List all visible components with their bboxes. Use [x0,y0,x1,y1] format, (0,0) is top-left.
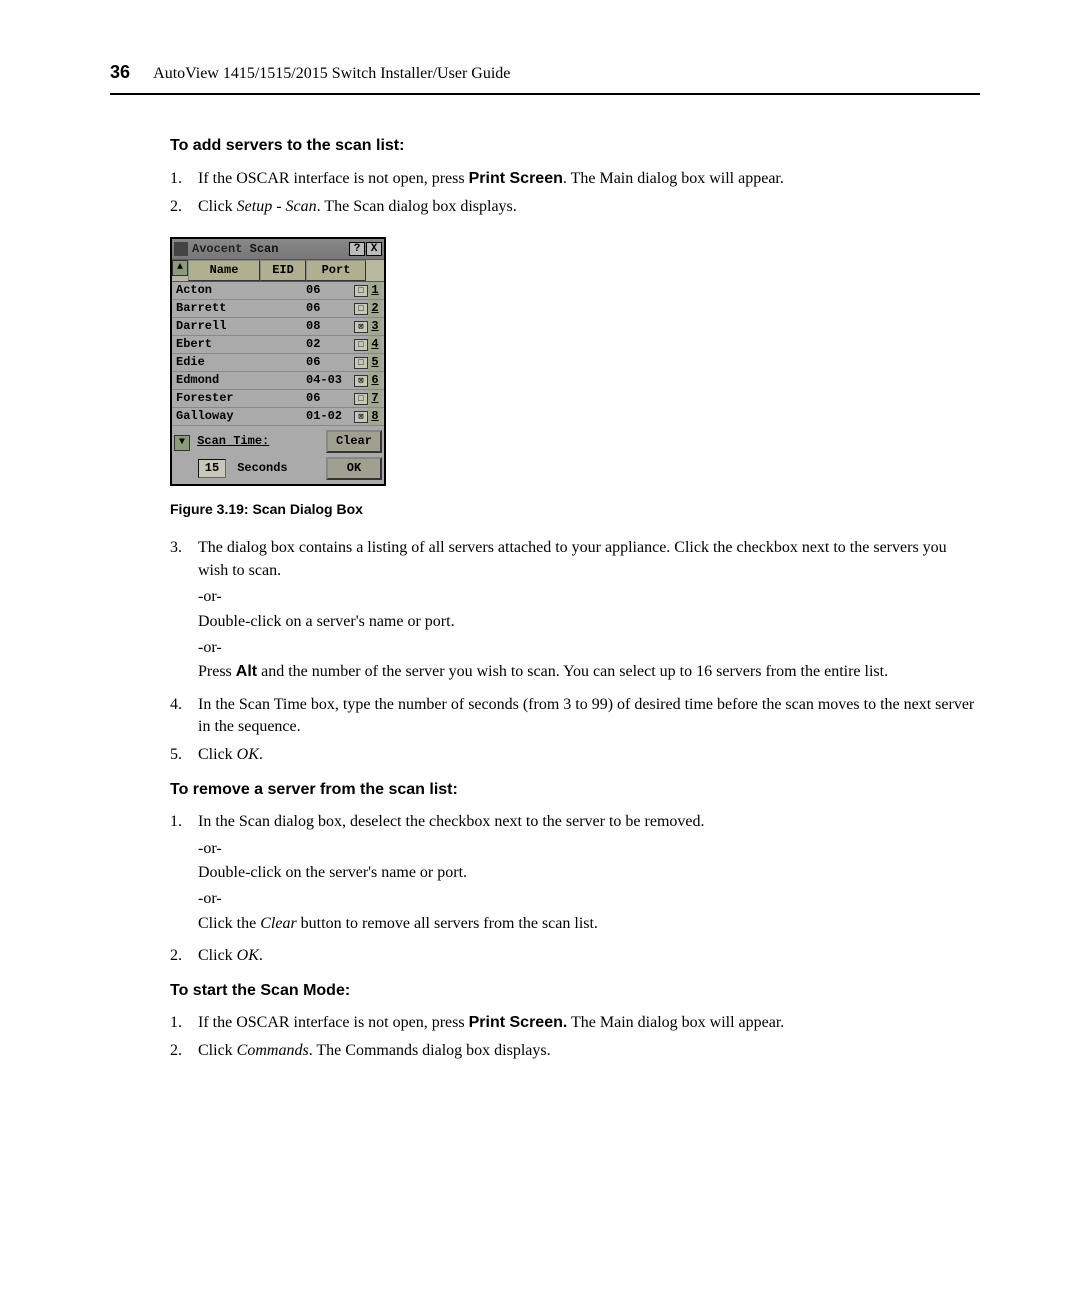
scan-checkbox[interactable]: ⊠ [354,411,368,423]
step-text: Click Commands. The Commands dialog box … [198,1040,980,1062]
scan-time-input[interactable]: 15 [198,459,226,478]
server-name: Galloway [172,408,306,425]
column-eid-header[interactable]: EID [260,260,306,281]
list-number: 2. [170,945,198,967]
heading-start-scan: To start the Scan Mode: [170,980,980,1002]
server-name: Acton [172,282,306,299]
page-number: 36 [110,60,130,85]
table-row[interactable]: Galloway01-02⊠8 [172,408,384,426]
column-port-header[interactable]: Port [306,260,366,281]
step-text: If the OSCAR interface is not open, pres… [198,1012,980,1034]
server-port: 01-02 [306,408,354,425]
scan-checkbox[interactable]: ⊠ [354,321,368,333]
table-row[interactable]: Acton06□1 [172,282,384,300]
server-name: Edie [172,354,306,371]
dialog-titlebar: Avocent Scan ? X [172,239,384,261]
server-port: 04-03 [306,372,354,389]
heading-remove-server: To remove a server from the scan list: [170,779,980,801]
list-number: 1. [170,1012,198,1034]
table-row[interactable]: Forester06□7 [172,390,384,408]
list-number: 5. [170,744,198,766]
row-index: 5 [368,354,382,371]
server-name: Ebert [172,336,306,353]
table-row[interactable]: Ebert02□4 [172,336,384,354]
step-text: In the Scan dialog box, deselect the che… [198,811,980,939]
scan-time-label: Scan Time: [197,434,269,448]
list-number: 2. [170,196,198,218]
server-port: 08 [306,318,354,335]
step-text: The dialog box contains a listing of all… [198,537,980,687]
server-port: 06 [306,390,354,407]
row-index: 8 [368,408,382,425]
heading-add-servers: To add servers to the scan list: [170,135,980,157]
server-port: 02 [306,336,354,353]
list-number: 2. [170,1040,198,1062]
list-number: 1. [170,168,198,190]
server-port: 06 [306,282,354,299]
scan-checkbox[interactable]: □ [354,393,368,405]
step-text: Click Setup - Scan. The Scan dialog box … [198,196,980,218]
table-row[interactable]: Darrell08⊠3 [172,318,384,336]
row-index: 7 [368,390,382,407]
row-index: 6 [368,372,382,389]
table-row[interactable]: Edie06□5 [172,354,384,372]
step-text: Click OK. [198,744,980,766]
figure-caption: Figure 3.19: Scan Dialog Box [170,500,980,520]
column-name-header[interactable]: Name [188,260,260,281]
row-index: 3 [368,318,382,335]
scan-dialog: Avocent Scan ? X ▲ Name EID Port Acton06… [170,237,386,486]
scroll-down-icon[interactable]: ▼ [174,435,190,451]
ok-button[interactable]: OK [326,457,382,480]
server-port: 06 [306,354,354,371]
scan-checkbox[interactable]: □ [354,285,368,297]
step-text: Click OK. [198,945,980,967]
row-index: 1 [368,282,382,299]
page-header: 36 AutoView 1415/1515/2015 Switch Instal… [110,60,980,95]
scan-checkbox[interactable]: □ [354,339,368,351]
list-number: 4. [170,694,198,739]
clear-button[interactable]: Clear [326,430,382,453]
table-row[interactable]: Edmond04-03⊠6 [172,372,384,390]
scan-checkbox[interactable]: ⊠ [354,375,368,387]
help-button[interactable]: ? [349,242,365,256]
server-name: Barrett [172,300,306,317]
list-number: 3. [170,537,198,687]
server-name: Forester [172,390,306,407]
seconds-label: Seconds [237,461,287,475]
scroll-up-icon[interactable]: ▲ [172,260,188,276]
list-number: 1. [170,811,198,939]
row-index: 4 [368,336,382,353]
dialog-logo-icon [174,242,188,256]
step-text: In the Scan Time box, type the number of… [198,694,980,739]
table-row[interactable]: Barrett06□2 [172,300,384,318]
server-name: Edmond [172,372,306,389]
row-index: 2 [368,300,382,317]
server-name: Darrell [172,318,306,335]
doc-title: AutoView 1415/1515/2015 Switch Installer… [153,65,510,82]
step-text: If the OSCAR interface is not open, pres… [198,168,980,190]
server-port: 06 [306,300,354,317]
scan-checkbox[interactable]: □ [354,357,368,369]
close-button[interactable]: X [366,242,382,256]
dialog-title: Avocent Scan [192,241,349,258]
scan-checkbox[interactable]: □ [354,303,368,315]
